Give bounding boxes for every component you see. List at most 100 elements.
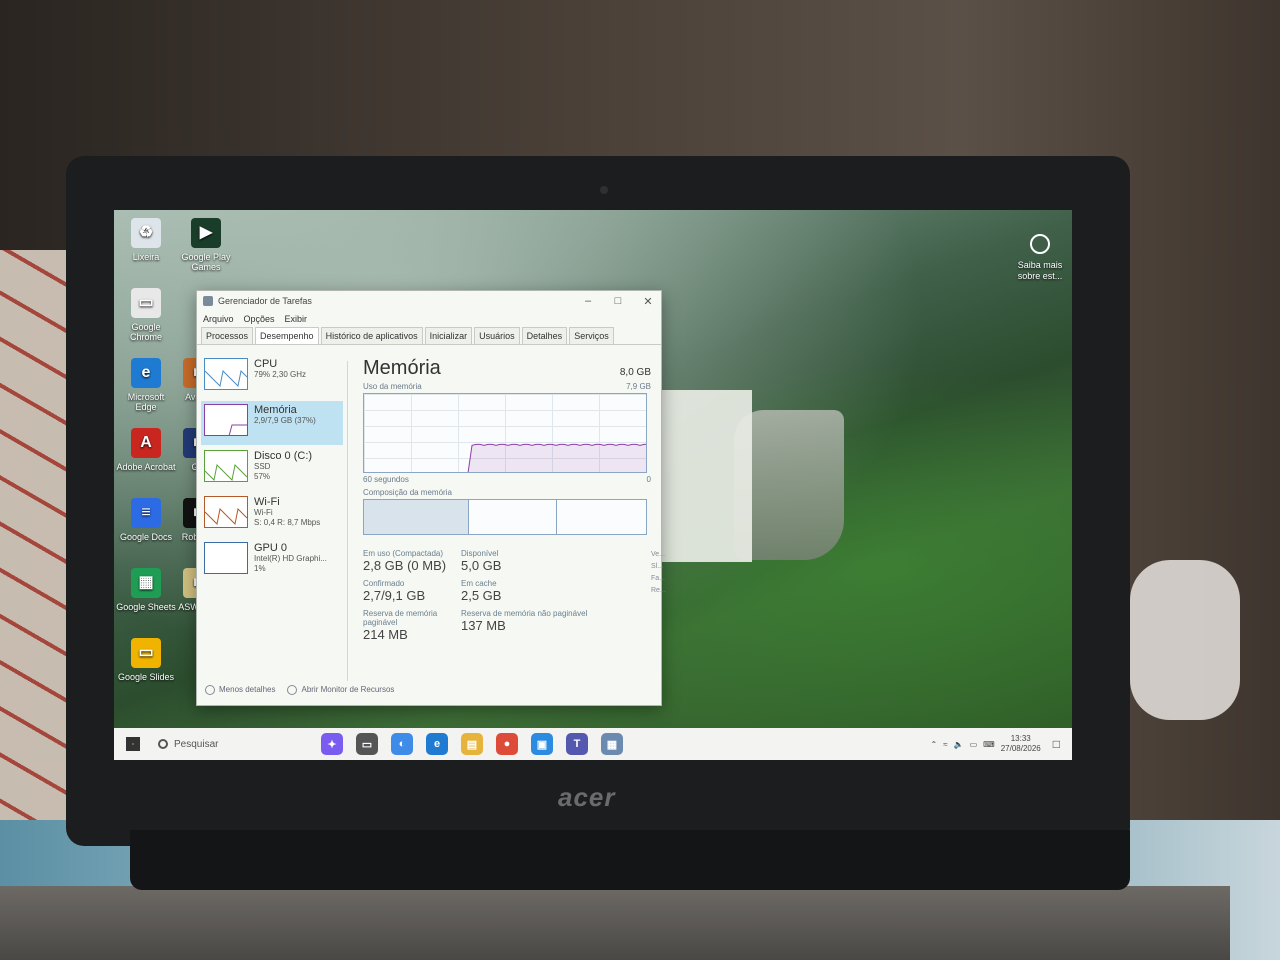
system-tray: ⌃ ≈ 🔈 ▭ ⌨ 13:33 27/08/2026 □ (931, 728, 1060, 760)
composition-free (557, 500, 646, 534)
composition-modified (469, 500, 557, 534)
camera-icon (1030, 234, 1050, 254)
tab-usu-rios[interactable]: Usuários (474, 327, 520, 344)
window-title: Gerenciador de Tarefas (218, 296, 312, 306)
app-icon: ▭ (131, 288, 161, 318)
keyboard-icon[interactable]: ⌨ (983, 740, 995, 749)
minimize-button[interactable]: – (573, 295, 603, 307)
laptop-keyboard-base (0, 886, 1230, 960)
sidebar-thumbnail-graph (204, 358, 248, 390)
taskbar-copilot-app-icon[interactable]: ◐ (391, 733, 413, 755)
tab-detalhes[interactable]: Detalhes (521, 327, 568, 344)
memory-usage-graph (363, 393, 647, 473)
notification-icon[interactable]: □ (1053, 737, 1060, 751)
desktop-icon-google-play-games[interactable]: ▶ Google Play Games (176, 218, 236, 272)
stat-value: 2,7/9,1 GB (363, 588, 426, 603)
stat-value: 214 MB (363, 627, 408, 642)
desktop-icon-adobe-acrobat[interactable]: A Adobe Acrobat (116, 428, 176, 472)
sidebar-item-mem-ria[interactable]: Memória 2,9/7,9 GB (37%) (201, 401, 343, 445)
tab-processos[interactable]: Processos (201, 327, 254, 344)
maximize-button[interactable]: □ (603, 295, 633, 307)
windows-start-icon[interactable] (126, 737, 140, 751)
desktop-icon-google-sheets[interactable]: ▦ Google Sheets (116, 568, 176, 612)
taskbar-teams-icon[interactable]: T (566, 733, 588, 755)
desktop-icon-label: Lixeira (132, 252, 160, 262)
sidebar-item-sub2: 1% (254, 564, 266, 573)
desktop-icon-label: Adobe Acrobat (116, 462, 176, 472)
app-icon: ▶ (191, 218, 221, 248)
sidebar-item-text: Wi-Fi Wi-Fi S: 0,4 R: 8,7 Mbps (254, 496, 320, 534)
stat-label: Confirmado (363, 579, 405, 588)
sidebar-item-disco-0-c-[interactable]: Disco 0 (C:) SSD 57% (201, 447, 343, 491)
taskbar-task-view-icon[interactable]: ▭ (356, 733, 378, 755)
stat-6: Reserva de memória não paginável 137 MB (461, 609, 611, 642)
tab-hist-rico-de-aplicativos[interactable]: Histórico de aplicativos (320, 327, 423, 344)
taskbar-explorer-icon[interactable]: ▤ (461, 733, 483, 755)
sidebar-item-sub: 79% 2,30 GHz (254, 370, 307, 379)
task-manager-window: Gerenciador de Tarefas – □ ✕ Arquivo Opçõ… (196, 290, 666, 706)
taskbar-search[interactable]: Pesquisar (158, 739, 298, 750)
app-icon: ≡ (131, 498, 161, 528)
less-details-link[interactable]: Menos detalhes (205, 685, 275, 695)
chevron-up-icon[interactable]: ⌃ (931, 740, 938, 749)
app-icon: ▦ (131, 568, 161, 598)
sidebar-item-name: Memória (254, 404, 297, 416)
desktop-icon-label: Google Play Games (181, 252, 231, 272)
spotlight-label: Saiba mais sobre est... (1017, 260, 1063, 281)
desktop-icon-label: Google Sheets (116, 602, 176, 612)
desktop-icon-google-slides[interactable]: ▭ Google Slides (116, 638, 176, 682)
sidebar-item-cpu[interactable]: CPU 79% 2,30 GHz (201, 355, 343, 399)
clock-date: 27/08/2026 (1000, 744, 1041, 753)
volume-icon[interactable]: 🔈 (954, 740, 964, 749)
sidebar-thumbnail-graph (204, 404, 248, 436)
search-icon (158, 739, 168, 749)
divider (347, 361, 348, 681)
spotlight-info[interactable]: Saiba mais sobre est... (1010, 234, 1070, 282)
webcam (600, 186, 608, 194)
desktop-icon-google-chrome[interactable]: ▭ Google Chrome (116, 288, 176, 342)
chevron-up-icon (205, 685, 215, 695)
sidebar-item-gpu-0[interactable]: GPU 0 Intel(R) HD Graphi... 1% (201, 539, 343, 583)
sidebar-item-sub2: 57% (254, 472, 271, 481)
taskbar-copilot-icon[interactable]: ✦ (321, 733, 343, 755)
sidebar-item-name: GPU 0 (254, 542, 288, 554)
stat-label: Disponível (461, 549, 499, 558)
wifi-icon[interactable]: ≈ (943, 740, 947, 749)
menu-arquivo[interactable]: Arquivo (203, 314, 234, 324)
battery-icon[interactable]: ▭ (970, 740, 978, 749)
menu-op-es[interactable]: Opções (244, 314, 275, 324)
desktop-icon-label: Google Slides (117, 672, 175, 682)
close-button[interactable]: ✕ (633, 295, 663, 308)
stat-3: Confirmado 2,7/9,1 GB (363, 579, 461, 603)
menu-exibir[interactable]: Exibir (285, 314, 308, 324)
sidebar-item-sub: Wi-Fi (254, 508, 273, 517)
desktop-icon-microsoft-edge[interactable]: e Microsoft Edge (116, 358, 176, 412)
taskbar-photos-icon[interactable]: ▣ (531, 733, 553, 755)
stat-value: 2,5 GB (461, 588, 502, 603)
sidebar-item-wi-fi[interactable]: Wi-Fi Wi-Fi S: 0,4 R: 8,7 Mbps (201, 493, 343, 537)
taskbar: Pesquisar ✦ ▭ ◐ e ▤ ● ▣ T ▦ ⌃ ≈ 🔈 ▭ ⌨ 13:33 27/0… (114, 728, 1072, 760)
sidebar-item-sub: 2,9/7,9 GB (37%) (254, 416, 316, 425)
tab-inicializar[interactable]: Inicializar (424, 327, 473, 344)
taskbar-edge-icon[interactable]: e (426, 733, 448, 755)
taskbar-task-manager-icon[interactable]: ▦ (601, 733, 623, 755)
stat-value: 137 MB (461, 618, 506, 633)
sidebar-item-sub2: S: 0,4 R: 8,7 Mbps (254, 518, 321, 527)
taskbar-chrome-icon[interactable]: ● (496, 733, 518, 755)
tab-desempenho[interactable]: Desempenho (255, 327, 319, 344)
desktop-icon-google-docs[interactable]: ≡ Google Docs (116, 498, 176, 542)
stat-label: Em cache (461, 579, 497, 588)
performance-sidebar: CPU 79% 2,30 GHz Memória 2,9/7,9 GB (37%) Di… (201, 355, 343, 585)
memory-usage-line (467, 443, 646, 472)
background-window[interactable] (662, 390, 752, 562)
usage-label: Uso da memória (363, 382, 422, 391)
tab-servi-os[interactable]: Serviços (569, 327, 614, 344)
task-manager-icon (203, 296, 213, 306)
desktop-icon-lixeira[interactable]: ♻ Lixeira (116, 218, 176, 262)
sidebar-thumbnail-graph (204, 450, 248, 482)
open-resource-monitor-link[interactable]: Abrir Monitor de Recursos (287, 685, 394, 695)
stat-label: Em uso (Compactada) (363, 549, 444, 558)
memory-panel: Memória 8,0 GB Uso da memória 7,9 GB 60 … (363, 357, 666, 642)
clock[interactable]: 13:33 27/08/2026 (1001, 734, 1041, 754)
sidebar-item-text: Memória 2,9/7,9 GB (37%) (254, 404, 316, 442)
